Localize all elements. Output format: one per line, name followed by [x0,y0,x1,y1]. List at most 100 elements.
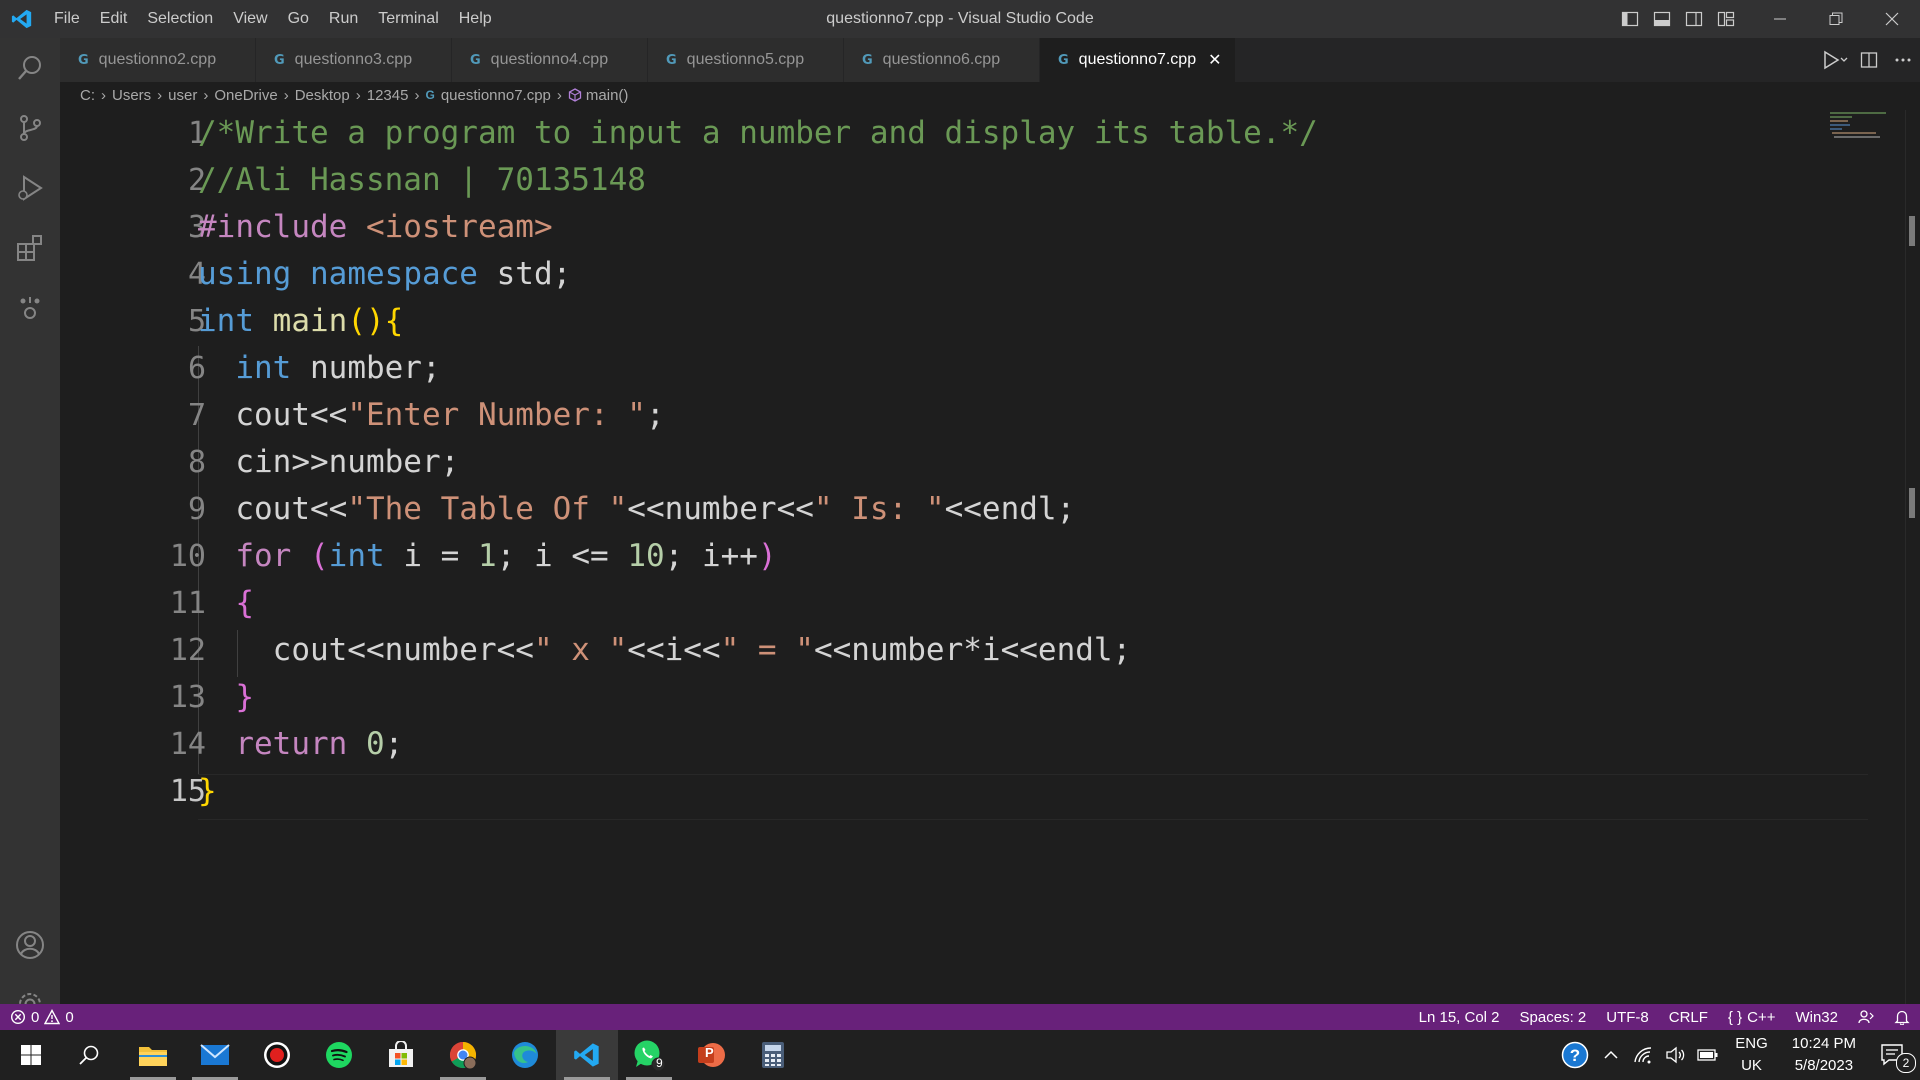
problems-indicator[interactable]: 0 0 [0,1009,84,1026]
code-line: 2 //Ali Hassnan | 70135148 [60,157,1810,204]
breadcrumb-onedrive[interactable]: OneDrive [214,87,277,104]
source-control-icon[interactable] [0,98,60,158]
windows-start-icon[interactable] [0,1030,62,1080]
notifications-bell-icon[interactable] [1884,1009,1920,1025]
microsoft-store-icon[interactable] [370,1030,432,1080]
menu-help[interactable]: Help [449,0,502,38]
chevron-right-icon: › [414,86,420,104]
editor-scrollbar[interactable] [1905,110,1920,1004]
menu-edit[interactable]: Edit [90,0,138,38]
line-number: 5 [187,304,206,339]
line-number: 6 [187,351,206,386]
search-icon[interactable] [0,38,60,98]
customize-layout-icon[interactable] [1710,0,1742,38]
chevron-right-icon: › [556,86,562,104]
spotify-icon[interactable] [308,1030,370,1080]
menu-run[interactable]: Run [319,0,368,38]
line-number: 7 [187,398,206,433]
powerpoint-icon[interactable]: P [680,1030,742,1080]
cpp-file-icon: G [425,88,435,102]
wifi-icon[interactable] [1627,1046,1659,1064]
calculator-icon[interactable] [742,1030,804,1080]
code-text: cout<<number<<" x "<<i<<" = "<<number*i<… [198,632,1132,668]
minimap[interactable] [1830,110,1890,160]
breadcrumb-users[interactable]: Users [112,87,151,104]
system-tray: ? ENG UK 10:24 PM 5/8/2023 2 [1555,1030,1920,1080]
toggle-primary-sidebar-icon[interactable] [1614,0,1646,38]
file-explorer-icon[interactable] [122,1030,184,1080]
code-line: 6 int number; [60,345,1810,392]
line-number: 1 [187,116,206,151]
chevron-right-icon: › [203,86,209,104]
more-actions-icon[interactable] [1886,51,1920,69]
breadcrumb: C: › Users › user › OneDrive › Desktop ›… [80,82,628,108]
code-line: 8 cin>>number; [60,439,1810,486]
show-hidden-icons-chevron-icon[interactable] [1595,1047,1627,1063]
testing-icon[interactable] [0,278,60,338]
close-window-button[interactable] [1864,0,1920,38]
code-text: cout<<"Enter Number: "; [198,397,665,433]
menu-view[interactable]: View [223,0,277,38]
cpp-file-icon: G [1058,52,1069,68]
language-mode[interactable]: { } C++ [1718,1009,1786,1026]
run-code-icon[interactable] [1818,50,1852,70]
breadcrumb-folder[interactable]: 12345 [367,87,409,104]
extensions-icon[interactable] [0,218,60,278]
code-line: 9 cout<<"The Table Of "<<number<<" Is: "… [60,486,1810,533]
tab-questionno7[interactable]: G questionno7.cpp ✕ [1040,38,1236,82]
tab-questionno3[interactable]: G questionno3.cpp [256,38,452,82]
notification-center-icon[interactable]: 2 [1870,1043,1920,1073]
minimize-button[interactable] [1752,0,1808,38]
menu-file[interactable]: File [44,0,90,38]
vscode-logo-icon[interactable] [0,0,44,38]
end-of-line[interactable]: CRLF [1659,1009,1718,1026]
feedback-icon[interactable] [1848,1009,1884,1025]
tab-questionno6[interactable]: G questionno6.cpp [844,38,1040,82]
run-and-debug-icon[interactable] [0,158,60,218]
platform-config[interactable]: Win32 [1785,1009,1848,1026]
volume-icon[interactable] [1659,1046,1691,1064]
tab-questionno5[interactable]: G questionno5.cpp [648,38,844,82]
breadcrumb-drive[interactable]: C: [80,87,95,104]
code-text: int number; [235,350,441,386]
menu-selection[interactable]: Selection [137,0,223,38]
close-tab-icon[interactable]: ✕ [1208,50,1221,70]
vscode-taskbar-icon[interactable] [556,1030,618,1080]
toggle-secondary-sidebar-icon[interactable] [1678,0,1710,38]
tab-questionno4[interactable]: G questionno4.cpp [452,38,648,82]
line-number: 11 [169,586,206,621]
menu-go[interactable]: Go [278,0,319,38]
language-code: ENG [1735,1035,1768,1052]
screen-recorder-icon[interactable] [246,1030,308,1080]
code-text: int main(){ [198,303,404,339]
help-icon[interactable]: ? [1555,1041,1595,1069]
chrome-icon[interactable] [432,1030,494,1080]
file-encoding[interactable]: UTF-8 [1596,1009,1659,1026]
breadcrumb-file[interactable]: questionno7.cpp [441,87,551,104]
line-number: 2 [187,163,206,198]
split-editor-icon[interactable] [1852,51,1886,69]
accounts-icon[interactable] [0,915,60,975]
menu-terminal[interactable]: Terminal [368,0,448,38]
toggle-panel-icon[interactable] [1646,0,1678,38]
edge-icon[interactable] [494,1030,556,1080]
breadcrumb-user[interactable]: user [168,87,197,104]
code-editor[interactable]: 1 /*Write a program to input a number an… [60,110,1920,1004]
tab-questionno2[interactable]: G questionno2.cpp [60,38,256,82]
code-text: { [235,585,254,621]
mail-icon[interactable] [184,1030,246,1080]
battery-icon[interactable] [1691,1048,1725,1062]
whatsapp-unread-badge: 9 [656,1056,663,1070]
breadcrumb-symbol[interactable]: main() [586,87,629,104]
line-number: 9 [187,492,206,527]
restore-button[interactable] [1808,0,1864,38]
cursor-position[interactable]: Ln 15, Col 2 [1409,1009,1510,1026]
input-language-indicator[interactable]: ENG UK [1725,1033,1778,1077]
whatsapp-icon[interactable]: 9 [618,1030,680,1080]
title-bar: File Edit Selection View Go Run Terminal… [0,0,1920,38]
clock[interactable]: 10:24 PM 5/8/2023 [1778,1033,1870,1077]
breadcrumb-desktop[interactable]: Desktop [295,87,350,104]
code-text: cout<<"The Table Of "<<number<<" Is: "<<… [198,491,1076,527]
taskbar-search-icon[interactable] [58,1030,120,1080]
indentation[interactable]: Spaces: 2 [1510,1009,1597,1026]
